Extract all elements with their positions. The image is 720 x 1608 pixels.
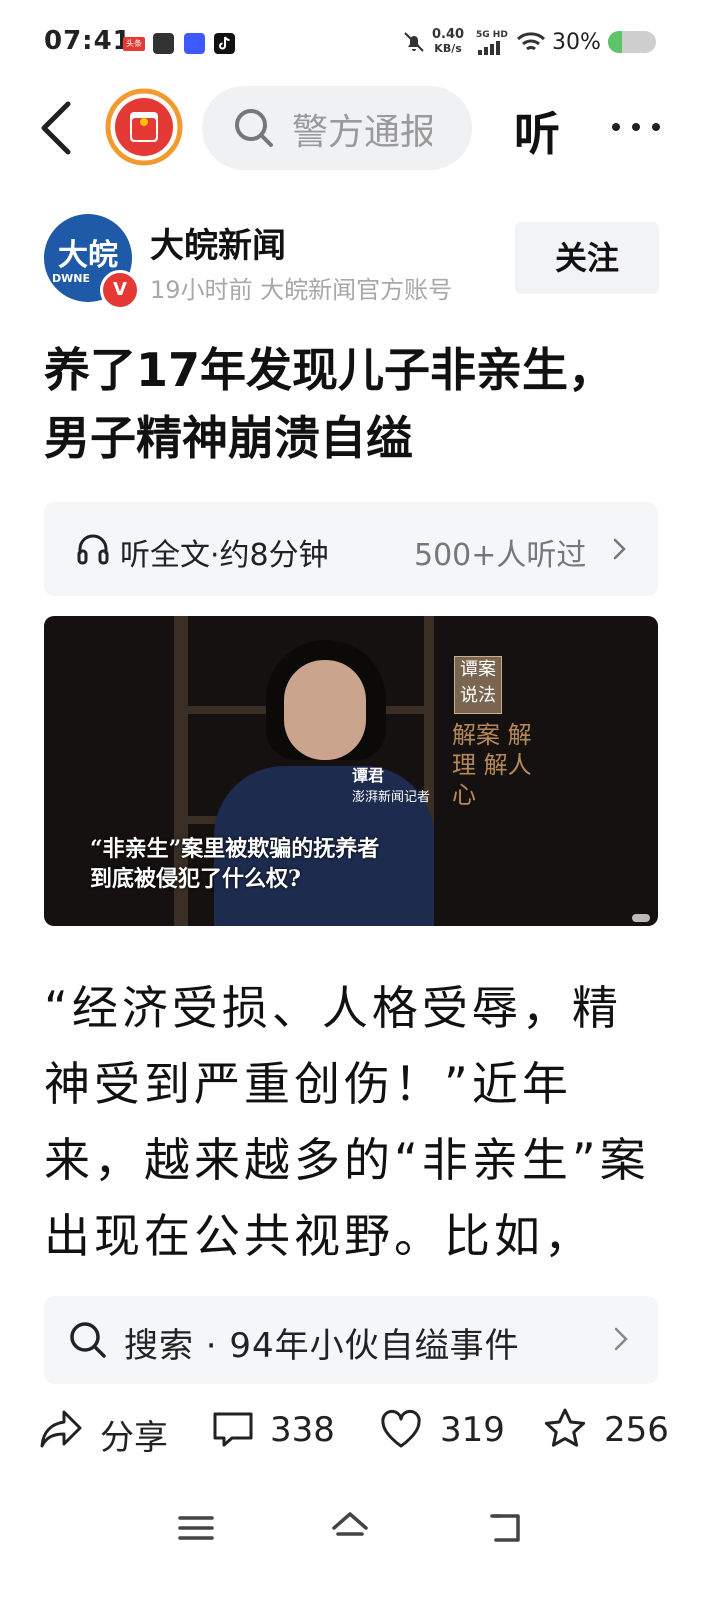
- red-envelope-icon[interactable]: [105, 88, 183, 166]
- comment-icon: [213, 1412, 253, 1447]
- favorite-count: 256: [604, 1410, 669, 1450]
- wifi-icon: [516, 32, 546, 51]
- listen-count: 500+人听过: [414, 538, 587, 573]
- video-program-badge: 谭案说法: [454, 656, 502, 714]
- toutiao-app-icon: 头条: [123, 37, 145, 51]
- video-slogan: 解案 解理 解人心: [452, 721, 532, 809]
- heart-icon: [381, 1409, 421, 1448]
- video-person-name: 谭君: [352, 766, 385, 785]
- video-person-role: 澎湃新闻记者: [352, 790, 431, 805]
- wallet-app-icon: [153, 33, 174, 54]
- star-icon: [544, 1408, 586, 1447]
- author-name[interactable]: 大皖新闻: [150, 218, 286, 267]
- video-caption-line2: 到底被侵犯了什么权?: [90, 866, 301, 892]
- status-time: 07:41: [44, 26, 132, 56]
- share-label: 分享: [100, 1418, 168, 1458]
- headphone-icon: [77, 534, 109, 565]
- follow-button[interactable]: 关注: [515, 222, 659, 294]
- search-icon: [235, 109, 273, 147]
- network-speed: 0.40 KB/s: [432, 27, 465, 56]
- search-icon: [70, 1322, 106, 1358]
- video-caption-line1: “非亲生”案里被欺骗的抚养者: [90, 836, 380, 862]
- video-person-face: [284, 660, 366, 760]
- signal-indicator: 5G HD: [476, 30, 508, 59]
- listen-button[interactable]: 听: [514, 98, 560, 164]
- listen-full-label: 听全文·约8分钟: [120, 538, 329, 573]
- tiktok-app-icon: [214, 33, 235, 54]
- menu-icon[interactable]: [176, 1508, 216, 1548]
- status-bar: 07:41 头条 0.40 KB/s 5G HD 30%: [0, 0, 720, 86]
- store-app-icon: [184, 33, 205, 54]
- avatar-logo-text: 大皖: [58, 238, 118, 273]
- more-icon[interactable]: [610, 112, 662, 142]
- article-title: 养了17年发现儿子非亲生，男子精神崩溃自缢: [44, 343, 615, 465]
- article-body: “经济受损、人格受辱，精神受到严重创伤！”近年来，越来越多的“非亲生”案出现在公…: [44, 981, 650, 1263]
- share-icon: [40, 1410, 82, 1448]
- video-progress-dot: [632, 914, 650, 922]
- back-button[interactable]: [38, 100, 78, 156]
- back-nav-icon[interactable]: [488, 1508, 528, 1548]
- author-meta: 19小时前 大皖新闻官方账号: [150, 276, 453, 304]
- avatar-logo-sub: DWNE: [52, 272, 90, 285]
- search-input[interactable]: 警方通报: [292, 103, 432, 155]
- battery-icon: [608, 31, 656, 53]
- search-suggestion-text: 搜索 · 94年小伙自缢事件: [124, 1326, 520, 1366]
- battery-percent: 30%: [552, 30, 601, 55]
- chevron-right-icon: [614, 1327, 628, 1351]
- like-count: 319: [440, 1410, 505, 1450]
- mute-icon: [404, 32, 424, 52]
- comment-count: 338: [270, 1410, 335, 1450]
- home-icon[interactable]: [330, 1508, 370, 1548]
- video-player[interactable]: 谭君 澎湃新闻记者 谭案说法 解案 解理 解人心 “非亲生”案里被欺骗的抚养者 …: [44, 616, 658, 926]
- verified-badge: V: [100, 270, 140, 310]
- video-caption: “非亲生”案里被欺骗的抚养者 到底被侵犯了什么权?: [90, 834, 510, 894]
- chevron-right-icon: [613, 538, 626, 560]
